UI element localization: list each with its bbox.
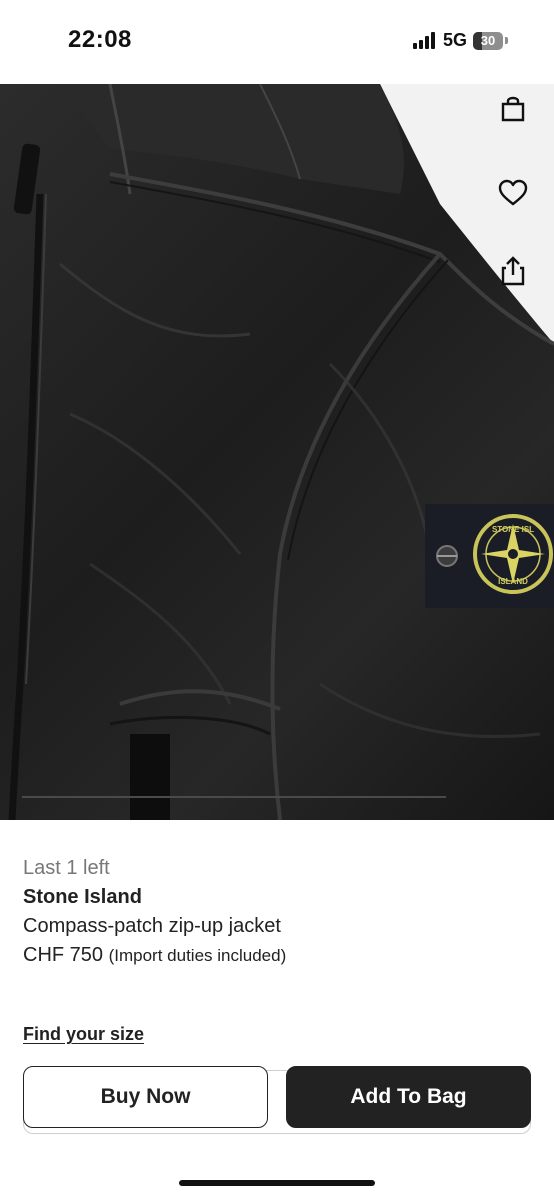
product-image[interactable]: STONE ISL ISLAND (0, 84, 554, 820)
jacket-photo: STONE ISL ISLAND (8, 84, 554, 820)
patch-text-top: STONE ISL (492, 525, 534, 534)
signal-strength-icon (412, 32, 435, 49)
price-note: (Import duties included) (108, 946, 287, 965)
patch-text-bottom: ISLAND (498, 577, 528, 586)
network-type: 5G (442, 30, 467, 50)
find-your-size-link[interactable]: Find your size (23, 1024, 144, 1045)
add-to-bag-button[interactable]: Add To Bag (286, 1066, 531, 1128)
status-bar: 22:08 5G 30 (0, 0, 554, 84)
heart-icon[interactable] (496, 176, 530, 210)
brand-name[interactable]: Stone Island (23, 886, 142, 909)
battery-cap (505, 37, 508, 44)
buy-now-button[interactable]: Buy Now (23, 1066, 268, 1128)
product-name: Compass-patch zip-up jacket (23, 915, 281, 937)
shopping-bag-icon[interactable] (496, 91, 530, 125)
share-icon[interactable] (496, 254, 530, 288)
price: CHF 750 (23, 944, 104, 966)
status-time: 22:08 (68, 26, 132, 53)
price-line: CHF 750 (Import duties included) (23, 944, 286, 967)
action-buttons: Buy Now Add To Bag (23, 1066, 531, 1134)
home-indicator[interactable] (179, 1180, 375, 1186)
gallery-progress-track (22, 796, 446, 798)
battery-icon: 30 (473, 31, 503, 50)
battery-percent: 30 (480, 33, 496, 48)
status-indicators: 5G 30 (412, 30, 508, 51)
compass-patch: STONE ISL ISLAND (425, 504, 554, 608)
stock-note: Last 1 left (23, 857, 110, 879)
